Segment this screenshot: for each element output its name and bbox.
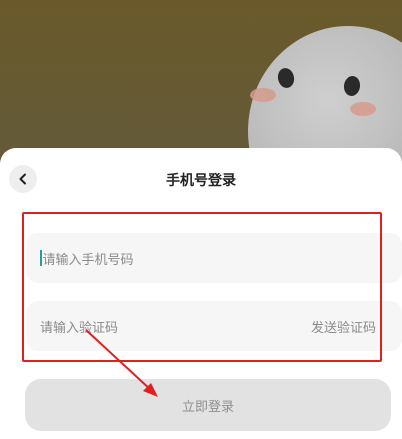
page-title: 手机号登录 <box>166 173 236 189</box>
mascot-right-eye <box>342 74 362 98</box>
mascot-right-blush <box>350 102 376 116</box>
code-placeholder: 请输入验证码 <box>40 320 119 336</box>
phone-placeholder: 请输入手机号码 <box>42 252 134 268</box>
mascot-left-eye <box>276 66 296 90</box>
login-button-label: 立即登录 <box>181 399 234 415</box>
login-sheet: 手机号登录 请输入手机号码 请输入验证码 发送验证码 立即登录 <box>0 148 402 439</box>
verification-code-input[interactable]: 请输入验证码 发送验证码 <box>26 301 402 351</box>
phone-input[interactable]: 请输入手机号码 <box>26 233 402 283</box>
send-code-button[interactable]: 发送验证码 <box>311 317 376 336</box>
mascot-left-blush <box>250 88 276 102</box>
text-cursor <box>40 250 42 266</box>
login-button[interactable]: 立即登录 <box>25 379 391 431</box>
login-screen: 手机号登录 请输入手机号码 请输入验证码 发送验证码 立即登录 <box>0 0 402 439</box>
